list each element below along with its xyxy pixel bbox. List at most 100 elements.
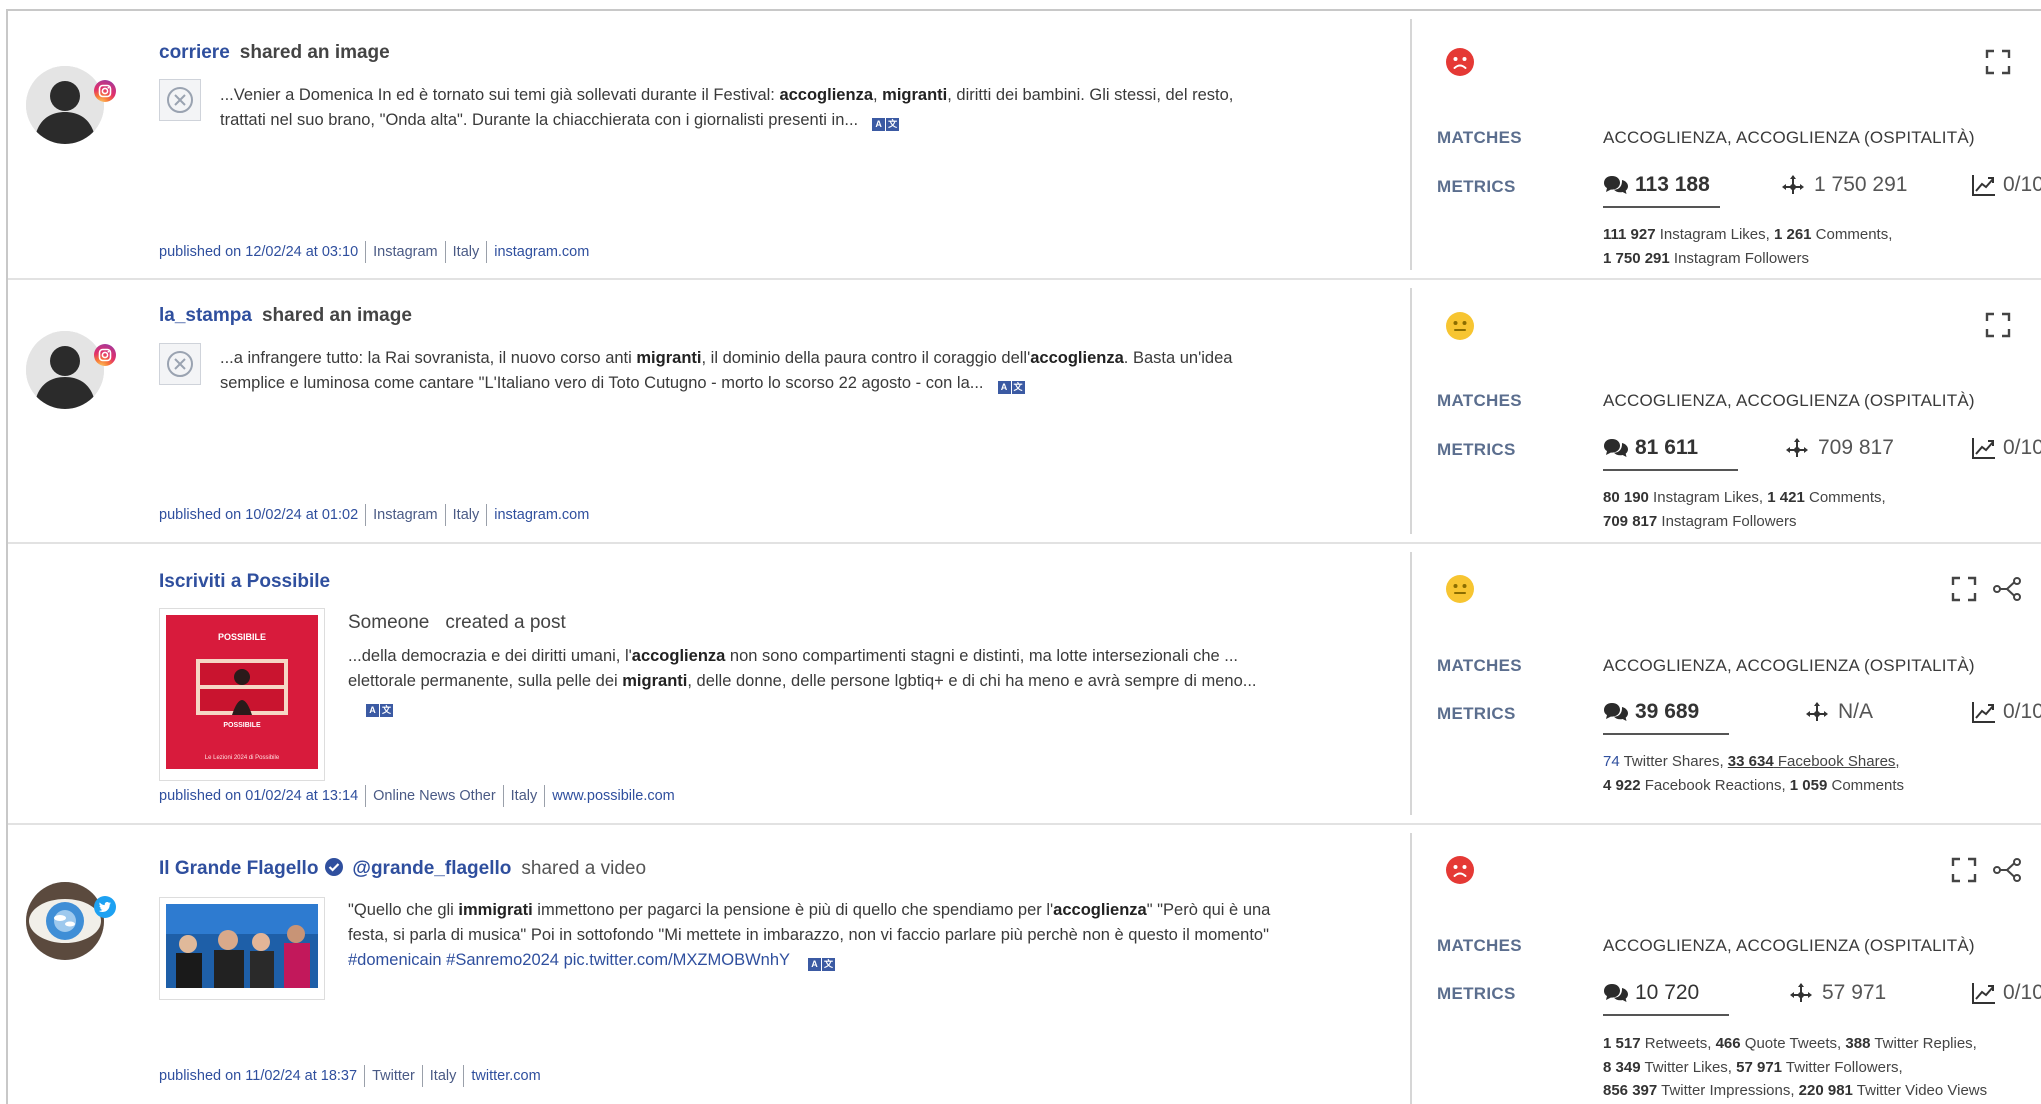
author-link[interactable]: Iscriviti a Possibile — [159, 571, 330, 592]
snippet-text: , — [873, 86, 883, 104]
expand-icon[interactable] — [1985, 312, 2011, 338]
reach-metric: 57 971 — [1788, 981, 1886, 1005]
snippet-text: trattati nel suo brano, "Onda alta". Dur… — [220, 111, 859, 129]
result-card[interactable]: la_stampa shared an image ...a infrangere… — [8, 280, 2041, 544]
result-card[interactable]: Iscriviti a Possibile POSSIBILE POSSIBIL… — [8, 544, 2041, 825]
author-link[interactable]: la_stampa — [159, 305, 252, 326]
sentiment-negative-icon[interactable] — [1446, 856, 1474, 884]
avatar[interactable] — [26, 331, 104, 409]
snippet-text: , diritti dei bambini. Gli stessi, del r… — [947, 86, 1234, 104]
matches-value: ACCOGLIENZA, ACCOGLIENZA (OSPITALITÀ) — [1603, 936, 1975, 955]
source-domain-link[interactable]: www.possibile.com — [544, 785, 682, 807]
engagement-value: 81 611 — [1635, 436, 1699, 459]
avatar[interactable] — [26, 66, 104, 144]
translate-a: A — [366, 704, 379, 717]
result-card[interactable]: Il Grande Flagello @grande_flagello shared… — [8, 825, 2041, 1104]
result-card[interactable]: corriere shared an image ...Venier a Dome… — [8, 11, 2041, 280]
highlight-keyword: accoglienza — [631, 647, 726, 665]
translate-b: 文 — [1011, 381, 1025, 394]
trend-value: 0/10 — [2003, 700, 2041, 723]
twitter-icon — [94, 896, 116, 918]
image-placeholder-icon[interactable] — [159, 343, 201, 385]
highlight-keyword: accoglienza — [1053, 901, 1147, 919]
reach-value: 1 750 291 — [1814, 173, 1908, 196]
post-header: corriere shared an image — [159, 42, 390, 64]
post-action: shared an image — [239, 42, 390, 63]
trend-metric: 0/10 — [1971, 436, 2041, 460]
video-frame-image — [166, 904, 318, 988]
possibile-poster-image: POSSIBILE POSSIBILE Le Lezioni 2024 di P… — [166, 615, 318, 769]
comments-icon — [1604, 176, 1628, 194]
matches-label: MATCHES — [1437, 656, 1522, 675]
source-type: Instagram — [365, 241, 444, 263]
expand-icon[interactable] — [1985, 49, 2011, 75]
image-placeholder-icon[interactable] — [159, 79, 201, 121]
reach-icon — [1786, 438, 1808, 457]
source-domain-link[interactable]: instagram.com — [486, 241, 596, 263]
facebook-shares-link[interactable]: 33 634 — [1728, 753, 1774, 770]
snippet-text: . Basta un'idea — [1123, 349, 1233, 367]
expand-icon[interactable] — [1951, 576, 1977, 602]
translate-icon[interactable]: A文 — [997, 381, 1025, 394]
twitter-shares-link[interactable]: 74 — [1603, 753, 1620, 770]
translate-icon[interactable]: A文 — [872, 118, 900, 131]
published-date: published on 10/02/24 at 01:02 — [159, 507, 359, 523]
snippet-text: ...Venier a Domenica In ed è tornato sui… — [220, 86, 780, 104]
published-date: published on 01/02/24 at 13:14 — [159, 788, 359, 804]
metric-details: 80 190 Instagram Likes, 1 421 Comments, … — [1603, 489, 1886, 530]
translate-icon[interactable]: A文 — [366, 704, 393, 717]
trend-chart-icon — [1972, 983, 1995, 1004]
source-domain-link[interactable]: instagram.com — [486, 504, 596, 526]
trend-chart-icon — [1972, 702, 1995, 723]
avatar[interactable] — [26, 882, 104, 960]
post-meta: published on 11/02/24 at 18:37 Twitter Ita… — [159, 1065, 548, 1087]
country: Italy — [421, 1065, 464, 1087]
hashtag-link[interactable]: #domenicain #Sanremo2024 pic.twitter.com… — [348, 951, 790, 969]
matches-label: MATCHES — [1437, 936, 1522, 955]
translate-a: A — [997, 381, 1011, 394]
source-domain-link[interactable]: twitter.com — [463, 1065, 547, 1087]
engagement-metric[interactable]: 39 689 — [1603, 700, 1730, 735]
snippet-text: "Quello che gli — [348, 901, 459, 919]
translate-b: 文 — [886, 118, 900, 131]
post-action: created a post — [445, 612, 566, 633]
author-link[interactable]: Il Grande Flagello — [159, 858, 318, 879]
engagement-metric[interactable]: 10 720 — [1603, 981, 1730, 1016]
post-thumbnail[interactable] — [159, 897, 325, 1000]
handle-link[interactable]: @grande_flagello — [352, 858, 511, 879]
expand-icon[interactable] — [1951, 857, 1977, 883]
trend-metric: 0/10 — [1971, 981, 2041, 1005]
engagement-metric[interactable]: 113 188 — [1603, 173, 1720, 208]
trend-metric: 0/10 — [1971, 700, 2041, 724]
comments-icon — [1604, 703, 1628, 721]
snippet-text: ...della democrazia e dei diritti umani,… — [348, 647, 632, 665]
comments-icon — [1604, 439, 1628, 457]
post-subheader: Someone created a post — [348, 612, 566, 634]
post-action: shared an image — [261, 305, 412, 326]
share-icon[interactable] — [1992, 576, 2022, 602]
highlight-keyword: migranti — [636, 349, 702, 367]
sentiment-neutral-icon[interactable] — [1446, 312, 1474, 340]
post-meta: published on 10/02/24 at 01:02 Instagram I… — [159, 504, 596, 526]
sentiment-negative-icon[interactable] — [1446, 48, 1474, 76]
reach-value: N/A — [1838, 700, 1874, 723]
sentiment-neutral-icon[interactable] — [1446, 575, 1474, 603]
snippet-text: elettorale permanente, sulla pelle dei — [348, 672, 623, 690]
engagement-metric[interactable]: 81 611 — [1603, 436, 1739, 471]
metric-details: 1 517 Retweets, 466 Quote Tweets, 388 Tw… — [1603, 1035, 1988, 1099]
reach-metric: 709 817 — [1784, 436, 1894, 460]
translate-a: A — [872, 118, 886, 131]
author-link[interactable]: corriere — [159, 42, 230, 63]
translate-icon[interactable]: A文 — [808, 958, 836, 971]
highlight-keyword: migranti — [882, 86, 948, 104]
results-list: corriere shared an image ...Venier a Dome… — [6, 9, 2041, 1104]
svg-text:Le Lezioni 2024 di Possibile: Le Lezioni 2024 di Possibile — [205, 755, 280, 761]
matches-value: ACCOGLIENZA, ACCOGLIENZA (OSPITALITÀ) — [1603, 128, 1975, 147]
matches-label: MATCHES — [1437, 128, 1522, 147]
matches-label: MATCHES — [1437, 391, 1522, 410]
post-thumbnail[interactable]: POSSIBILE POSSIBILE Le Lezioni 2024 di P… — [159, 608, 325, 781]
someone-label: Someone — [348, 612, 430, 633]
verified-icon — [325, 858, 344, 876]
highlight-keyword: accoglienza — [1030, 349, 1124, 367]
share-icon[interactable] — [1992, 857, 2022, 883]
